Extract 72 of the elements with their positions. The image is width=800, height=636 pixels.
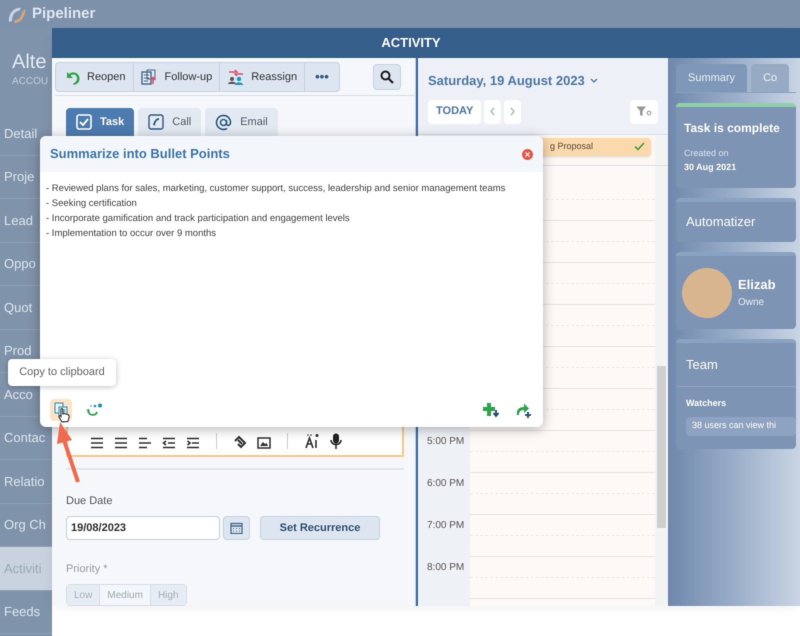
close-button[interactable] [522,148,533,160]
window-title: ACTIVITY [381,34,441,52]
scrollbar[interactable] [655,134,668,164]
field-label: Priority * [66,563,108,575]
align-left-icon [138,437,152,449]
calendar-button[interactable] [223,516,250,540]
plus-arrow-icon [482,402,500,418]
tooltip: Copy to clipboard [8,359,116,386]
card-title: Automatizer [686,213,756,232]
avatar [682,268,732,318]
calendar-icon [230,522,243,534]
hand-cursor-icon [58,408,70,423]
field-label: Due Date [66,495,112,507]
document-arrow-icon [140,69,159,85]
search-button[interactable] [373,64,401,90]
microphone-icon [330,433,342,449]
checkbox-icon [76,114,92,130]
chevron-left-icon [490,107,496,116]
created-date: 30 Aug 2021 [684,160,738,174]
priority-option[interactable]: High [150,585,186,605]
align-icon [90,437,104,449]
watchers-info: 38 users can view thi [686,416,796,436]
indent-icon [186,437,200,449]
status-title: Task is complete [684,120,781,137]
toolbar-button[interactable]: Reopen [56,63,133,91]
chevron-down-icon [590,78,598,84]
calendar-date[interactable]: Saturday, 19 August 2023 [428,71,585,90]
filter-icon [636,106,652,117]
scrollbar-thumb[interactable] [657,366,666,528]
automatizer-card[interactable]: Automatizer [676,198,796,242]
insert-button[interactable] [481,400,501,420]
created-label: Created on [684,147,730,160]
owner-role: Owne [738,296,766,310]
chevron-right-icon [510,107,516,116]
panel-tab[interactable]: Summary [676,64,748,92]
owner-name: Elizab [738,276,776,294]
people-arrows-icon [227,69,246,85]
record-type: ACCOU [12,75,50,89]
activity-tab[interactable]: Call [138,108,202,136]
curved-arrow-plus-icon [514,402,532,418]
toolbar-button[interactable]: Reassign [219,63,304,91]
pointer-arrow [57,422,80,483]
watchers-label: Watchers [686,398,726,408]
card-title: Team [686,356,718,374]
recurrence-button[interactable]: Set Recurrence [260,516,380,540]
sparkle-icon [304,433,320,449]
hour-label: 6:00 PM [427,478,464,488]
today-button[interactable]: TODAY [428,100,482,124]
priority-option[interactable]: Low [67,585,100,605]
toolbar-button[interactable]: Follow-up [132,63,220,91]
search-icon [380,70,394,84]
event-title: g Proposal [550,140,594,153]
image-icon [257,437,271,449]
date-field[interactable]: 19/08/2023 [66,516,220,540]
panel-tab[interactable]: Co [751,64,790,92]
outdent-icon [162,437,176,449]
activity-tab[interactable]: Email [205,108,278,136]
more-button[interactable]: ••• [304,63,339,91]
link-icon [233,435,247,449]
phone-icon [148,114,164,130]
hour-label: 8:00 PM [427,562,464,572]
filter-button[interactable] [630,100,658,124]
record-title: Alte [12,50,48,74]
list-icon [114,437,128,449]
app-logo-text: Pipeliner [32,4,96,24]
curved-arrow-dots-icon [85,403,103,417]
dialog-title: Summarize into Bullet Points [50,145,230,164]
activity-tab[interactable]: Task [66,108,134,136]
close-icon [525,152,530,156]
hour-label: 5:00 PM [427,436,464,446]
hour-label: 7:00 PM [427,520,464,530]
at-sign-icon [215,114,232,130]
